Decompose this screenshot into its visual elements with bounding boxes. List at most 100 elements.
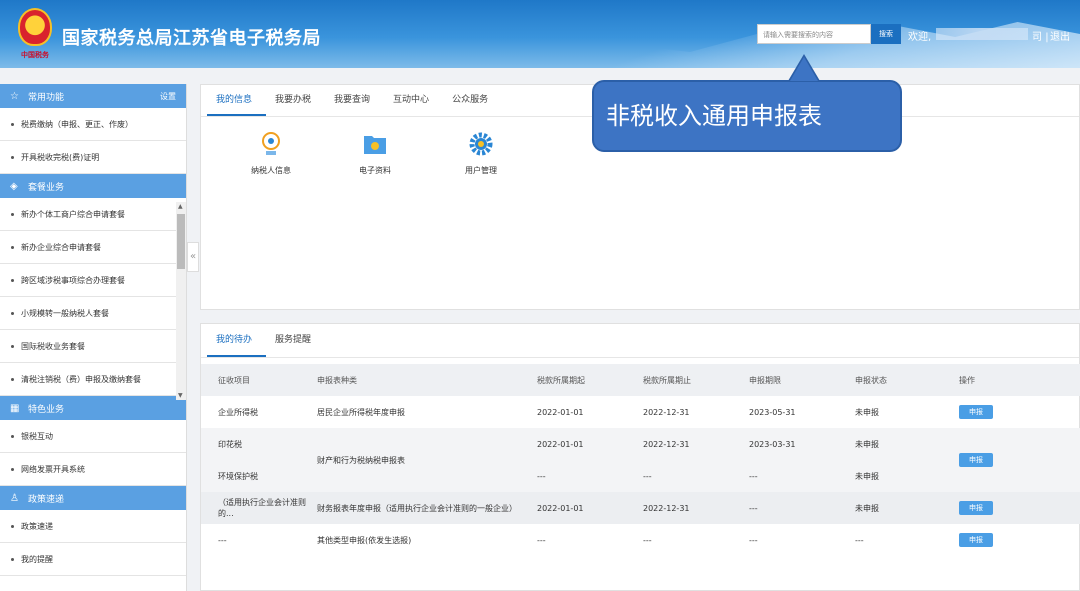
tab-tax-handling[interactable]: 我要办税 (266, 85, 325, 116)
gear-icon (469, 131, 493, 157)
cell-start: 2022-01-01 (537, 407, 584, 417)
table-row: --- 其他类型申报(依发生选报) --- --- --- --- 申报 (201, 524, 1080, 556)
sidebar-item[interactable]: 开具税收完税(费)证明 (0, 141, 186, 174)
cell-status: --- (855, 535, 864, 545)
cell-form: 财务报表年度申报（适用执行企业会计准则的一般企业） (317, 503, 517, 513)
cell-start: --- (537, 471, 546, 481)
cell-deadline: --- (749, 471, 758, 481)
settings-link[interactable]: 设置 (160, 91, 176, 102)
cell-action: 申报 (959, 492, 1080, 524)
sidebar-section-policy[interactable]: ♙ 政策速递 (0, 486, 186, 510)
declare-button[interactable]: 申报 (959, 405, 993, 419)
cell-status: 未申报 (855, 407, 879, 417)
table-header-row: 征收项目 申报表种类 税款所属期起 税款所属期止 申报期限 申报状态 操作 (201, 364, 1080, 396)
search-input[interactable]: 请输入需要搜索的内容 (757, 24, 871, 44)
cell-item: 企业所得税 (218, 407, 258, 417)
declare-button[interactable]: 申报 (959, 501, 993, 515)
site-title: 国家税务总局江苏省电子税务局 (62, 28, 321, 49)
cell-item: 印花税 (218, 439, 242, 449)
scrollbar-thumb[interactable] (177, 214, 185, 269)
sidebar-section-common[interactable]: ☆ 常用功能 设置 (0, 84, 186, 108)
sidebar-item[interactable]: 银税互动 (0, 420, 186, 453)
cell-item: （适用执行企业会计准则的... (218, 498, 306, 518)
redacted-username (936, 28, 1028, 40)
quick-link-taxpayer-info[interactable]: 纳税人信息 (241, 131, 301, 176)
quick-link-label: 电子资料 (359, 166, 391, 175)
sidebar-item[interactable]: 国际税收业务套餐 (0, 330, 186, 363)
cell-deadline: 2023-05-31 (749, 407, 796, 417)
sidebar-scrollbar[interactable]: ▲ ▼ (176, 202, 186, 400)
declare-button[interactable]: 申报 (959, 453, 993, 467)
cell-action: 申报 (959, 396, 1080, 428)
cell-action: 申报 (959, 524, 1080, 556)
cell-end: 2022-12-31 (643, 407, 690, 417)
column-header: 税款所属期止 (643, 364, 749, 396)
folder-icon (363, 131, 387, 157)
scroll-up-icon[interactable]: ▲ (178, 203, 183, 210)
logout-link[interactable]: 退出 (1050, 28, 1070, 43)
tab-query[interactable]: 我要查询 (325, 85, 384, 116)
tax-emblem-logo (18, 8, 52, 46)
cell-status: 未申报 (855, 503, 879, 513)
cell-form: 居民企业所得税年度申报 (317, 407, 405, 417)
sidebar-item[interactable]: 新办个体工商户综合申请套餐 (0, 198, 186, 231)
emblem-caption: 中国税务 (21, 50, 49, 59)
cell-deadline: 2023-03-31 (749, 439, 796, 449)
cell-form: 财产和行为税纳税申报表 (317, 455, 405, 465)
section-title: 政策速递 (28, 494, 65, 505)
table-row: 印花税 财产和行为税纳税申报表 2022-01-01 2022-12-31 20… (201, 428, 1080, 467)
star-icon: ☆ (10, 90, 19, 102)
tab-interaction[interactable]: 互动中心 (384, 85, 443, 116)
cell-status: 未申报 (855, 439, 879, 449)
scroll-down-icon[interactable]: ▼ (178, 392, 183, 399)
cell-start: 2022-01-01 (537, 503, 584, 513)
search-button[interactable]: 搜索 (871, 24, 901, 44)
sidebar-section-featured[interactable]: ▦ 特色业务 (0, 396, 186, 420)
tab-public-service[interactable]: 公众服务 (443, 85, 502, 116)
column-header: 申报状态 (855, 364, 959, 396)
todo-table-wrapper: 征收项目 申报表种类 税款所属期起 税款所属期止 申报期限 申报状态 操作 企业… (201, 364, 1080, 556)
sidebar-item[interactable]: 跨区域涉税事项综合办理套餐 (0, 264, 186, 297)
tab-service-reminders[interactable]: 服务提醒 (266, 324, 325, 357)
cell-end: 2022-12-31 (643, 503, 690, 513)
table-row: （适用执行企业会计准则的... 财务报表年度申报（适用执行企业会计准则的一般企业… (201, 492, 1080, 524)
sidebar-item[interactable]: 我的提醒 (0, 543, 186, 576)
column-header: 申报期限 (749, 364, 855, 396)
table-row: 企业所得税 居民企业所得税年度申报 2022-01-01 2022-12-31 … (201, 396, 1080, 428)
my-todo-panel: 我的待办 服务提醒 征收项目 申报表种类 税款所属期起 税款所属期止 申报期限 … (200, 323, 1080, 591)
quick-link-user-management[interactable]: 用户管理 (451, 131, 511, 176)
sidebar-item[interactable]: 税费缴纳（申报、更正、作废） (0, 108, 186, 141)
cube-icon: ◈ (10, 180, 18, 192)
site-header: 中国税务 国家税务总局江苏省电子税务局 请输入需要搜索的内容 搜索 欢迎, 司 … (0, 0, 1080, 68)
todo-table: 征收项目 申报表种类 税款所属期起 税款所属期止 申报期限 申报状态 操作 企业… (201, 364, 1080, 556)
section-title: 特色业务 (28, 404, 65, 415)
column-header: 申报表种类 (317, 364, 537, 396)
declare-button[interactable]: 申报 (959, 533, 993, 547)
tab-my-todo[interactable]: 我的待办 (207, 324, 267, 357)
cell-end: --- (643, 471, 652, 481)
sidebar-item[interactable]: 政策速递 (0, 510, 186, 543)
column-header: 操作 (959, 364, 1080, 396)
collapse-sidebar-button[interactable]: « (187, 242, 199, 272)
cell-item: 环境保护税 (218, 471, 258, 481)
cell-form: 其他类型申报(依发生选报) (317, 535, 412, 545)
taxpayer-info-icon (259, 131, 283, 157)
cell-status: 未申报 (855, 471, 879, 481)
sidebar-item[interactable]: 小规模转一般纳税人套餐 (0, 297, 186, 330)
sidebar-section-packages[interactable]: ◈ 套餐业务 (0, 174, 186, 198)
sidebar-item[interactable]: 新办企业综合申请套餐 (0, 231, 186, 264)
section-title: 套餐业务 (28, 182, 65, 193)
quick-link-label: 纳税人信息 (251, 166, 291, 175)
column-header: 税款所属期起 (537, 364, 643, 396)
sidebar: ☆ 常用功能 设置 税费缴纳（申报、更正、作废） 开具税收完税(费)证明 ◈ 套… (0, 84, 187, 591)
quick-link-e-documents[interactable]: 电子资料 (345, 131, 405, 176)
quick-link-label: 用户管理 (465, 166, 497, 175)
callout-pointer (790, 57, 818, 81)
cell-action: 申报 (959, 428, 1080, 492)
cell-start: 2022-01-01 (537, 439, 584, 449)
cell-deadline: --- (749, 535, 758, 545)
sidebar-item[interactable]: 网络发票开具系统 (0, 453, 186, 486)
sidebar-item[interactable]: 清税注销税（费）申报及缴纳套餐 (0, 363, 186, 396)
tab-my-info[interactable]: 我的信息 (207, 85, 267, 116)
section-title: 常用功能 (28, 92, 65, 103)
